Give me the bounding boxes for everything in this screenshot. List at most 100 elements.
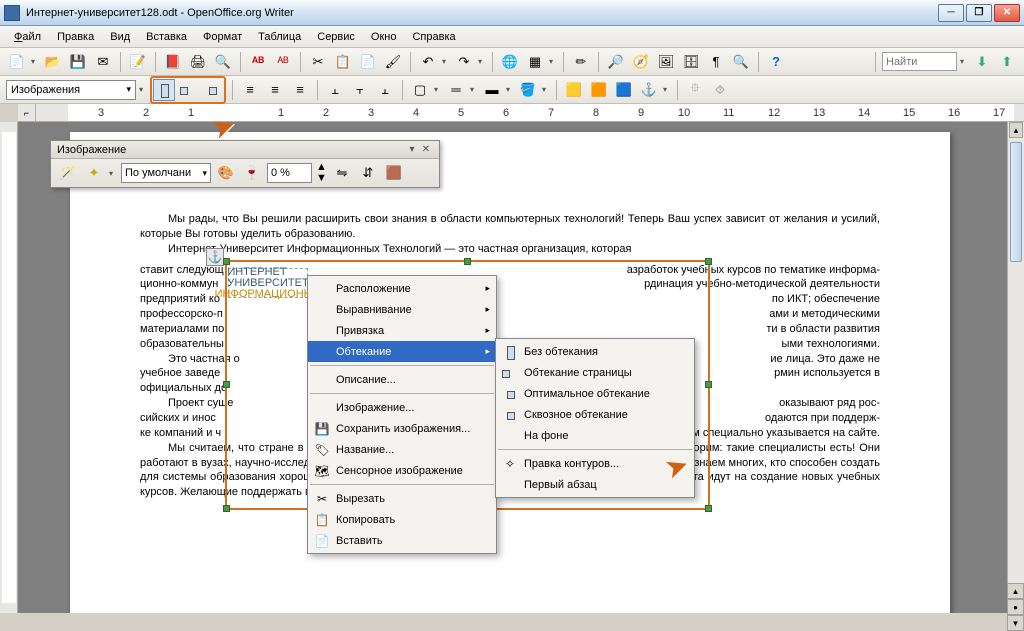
ctx-arrangement[interactable]: Расположение▸: [308, 278, 496, 299]
wrap-off-button[interactable]: [153, 79, 175, 101]
wrap-page[interactable]: Обтекание страницы: [496, 362, 694, 383]
anchor-icon[interactable]: ⚓: [206, 248, 224, 266]
edit-mode-button[interactable]: 📝: [127, 51, 149, 73]
frame-props-button[interactable]: 🟨: [563, 79, 585, 101]
filter-button[interactable]: 🪄: [57, 162, 79, 184]
save-button[interactable]: 💾: [67, 51, 89, 73]
flip-v-button[interactable]: ⇵: [357, 162, 379, 184]
graphics-mode-combo[interactable]: По умолчани▾: [121, 163, 211, 183]
export-pdf-button[interactable]: 📕: [162, 51, 184, 73]
menu-format[interactable]: Формат: [195, 28, 250, 46]
align-center-v-button[interactable]: ⫟: [349, 79, 371, 101]
spellcheck-button[interactable]: ᴬᴮ: [247, 51, 269, 73]
close-button[interactable]: ✕: [994, 4, 1020, 22]
wrap-background[interactable]: На фоне: [496, 425, 694, 446]
find-next-button[interactable]: ⬇: [971, 51, 993, 73]
embedded-image[interactable]: ИНТЕРНЕТ УНИВЕРСИТЕТ ИНФОРМАЦИОННЫ: [228, 268, 308, 298]
undo-button[interactable]: ↶: [417, 51, 439, 73]
bg-color-button[interactable]: 🪣: [517, 79, 539, 101]
align-top-button[interactable]: ⫠: [324, 79, 346, 101]
ctx-image[interactable]: Изображение...: [308, 397, 496, 418]
align-right-button[interactable]: ≡: [289, 79, 311, 101]
zoom-button[interactable]: 🔍: [730, 51, 752, 73]
undo-dropdown-icon[interactable]: ▾: [442, 57, 450, 66]
menu-view[interactable]: Вид: [102, 28, 138, 46]
show-draw-button[interactable]: ✏: [570, 51, 592, 73]
align-bottom-button[interactable]: ⫠: [374, 79, 396, 101]
new-doc-button[interactable]: 📄: [6, 51, 28, 73]
link-frames-button[interactable]: ⯐: [684, 79, 706, 101]
ctx-copy[interactable]: 📋Копировать: [308, 509, 496, 530]
ctx-imagemap[interactable]: 🗺Сенсорное изображение: [308, 460, 496, 481]
ctx-cut[interactable]: ✂Вырезать: [308, 488, 496, 509]
borders-button[interactable]: ▢: [409, 79, 431, 101]
color-button[interactable]: 🎨: [215, 162, 237, 184]
ctx-wrap[interactable]: Обтекание▸: [308, 341, 496, 362]
wrap-no-wrap[interactable]: Без обтекания: [496, 341, 694, 362]
nonprinting-button[interactable]: ¶: [705, 51, 727, 73]
border-color-dd[interactable]: ▾: [506, 85, 514, 94]
align-center-h-button[interactable]: ≡: [264, 79, 286, 101]
border-color-button[interactable]: ▬: [481, 79, 503, 101]
find-input[interactable]: [882, 52, 957, 71]
ruler-horizontal[interactable]: ⌐ 321 1234 5678 9101112 13141516 17: [18, 104, 1024, 122]
ctx-paste[interactable]: 📄Вставить: [308, 530, 496, 551]
format-paint-button[interactable]: 🖌: [382, 51, 404, 73]
ruler-vertical[interactable]: [0, 122, 18, 613]
menu-file[interactable]: Файл: [6, 28, 49, 46]
menu-tools[interactable]: Сервис: [309, 28, 363, 46]
send-back-button[interactable]: 🟦: [613, 79, 635, 101]
find-prev-button[interactable]: ⬆: [996, 51, 1018, 73]
image-toolbar[interactable]: Изображение ▾ ✕ 🪄 ✦▾ По умолчани▾ 🎨 🍷 0 …: [50, 140, 440, 188]
wrap-optimal[interactable]: Оптимальное обтекание: [496, 383, 694, 404]
toolbar-close-icon[interactable]: ✕: [419, 144, 433, 155]
open-button[interactable]: 📂: [42, 51, 64, 73]
scroll-up-button[interactable]: ▲: [1009, 122, 1023, 138]
table-button[interactable]: ▦: [524, 51, 546, 73]
toolbar-menu-icon[interactable]: ▾: [405, 144, 419, 155]
copy-button[interactable]: 📋: [332, 51, 354, 73]
bg-color-dd[interactable]: ▾: [542, 85, 550, 94]
spin-down-icon[interactable]: ▼: [316, 173, 327, 184]
image-props-button[interactable]: 🟫: [383, 162, 405, 184]
redo-button[interactable]: ↷: [453, 51, 475, 73]
find-replace-button[interactable]: 🔎: [605, 51, 627, 73]
wrap-through-button[interactable]: [201, 79, 223, 101]
flip-h-button[interactable]: ⇋: [331, 162, 353, 184]
new-dropdown-icon[interactable]: ▾: [31, 57, 39, 66]
borders-dd[interactable]: ▾: [434, 85, 442, 94]
transparency-button[interactable]: 🍷: [241, 162, 263, 184]
wrap-through[interactable]: Сквозное обтекание: [496, 404, 694, 425]
ctx-name[interactable]: 🏷Название...: [308, 439, 496, 460]
minimize-button[interactable]: ─: [938, 4, 964, 22]
scrollbar-vertical[interactable]: ▲ ▼: [1007, 122, 1024, 613]
paste-button[interactable]: 📄: [357, 51, 379, 73]
transparency-spin[interactable]: 0 %: [267, 163, 312, 183]
unlink-frames-button[interactable]: ⯑: [709, 79, 731, 101]
anchor-dd[interactable]: ▾: [663, 85, 671, 94]
menu-window[interactable]: Окно: [363, 28, 405, 46]
prev-page-button[interactable]: ▲: [1007, 583, 1024, 599]
gallery-button[interactable]: 🖼: [655, 51, 677, 73]
style-combo[interactable]: Изображения ▾: [6, 80, 136, 100]
autospell-button[interactable]: ᴬᴮ: [272, 51, 294, 73]
menu-edit[interactable]: Правка: [49, 28, 102, 46]
wrap-edit-contour[interactable]: ✧Правка контуров...: [496, 453, 694, 474]
style-apply-dropdown[interactable]: ▾: [139, 85, 147, 94]
image-toolbar-title[interactable]: Изображение ▾ ✕: [51, 141, 439, 159]
table-dropdown-icon[interactable]: ▾: [549, 57, 557, 66]
wrap-page-button[interactable]: [177, 79, 199, 101]
find-dropdown-icon[interactable]: ▾: [960, 57, 968, 66]
ctx-alignment[interactable]: Выравнивание▸: [308, 299, 496, 320]
ctx-save-images[interactable]: 💾Сохранить изображения...: [308, 418, 496, 439]
scroll-thumb[interactable]: [1010, 142, 1022, 262]
restore-button[interactable]: ❐: [966, 4, 992, 22]
help-button[interactable]: ?: [765, 51, 787, 73]
menu-table[interactable]: Таблица: [250, 28, 309, 46]
print-button[interactable]: 🖨: [187, 51, 209, 73]
ctx-anchor[interactable]: Привязка▸: [308, 320, 496, 341]
menu-help[interactable]: Справка: [404, 28, 463, 46]
next-page-button[interactable]: ▼: [1007, 615, 1024, 631]
border-style-dd[interactable]: ▾: [470, 85, 478, 94]
email-button[interactable]: ✉: [92, 51, 114, 73]
